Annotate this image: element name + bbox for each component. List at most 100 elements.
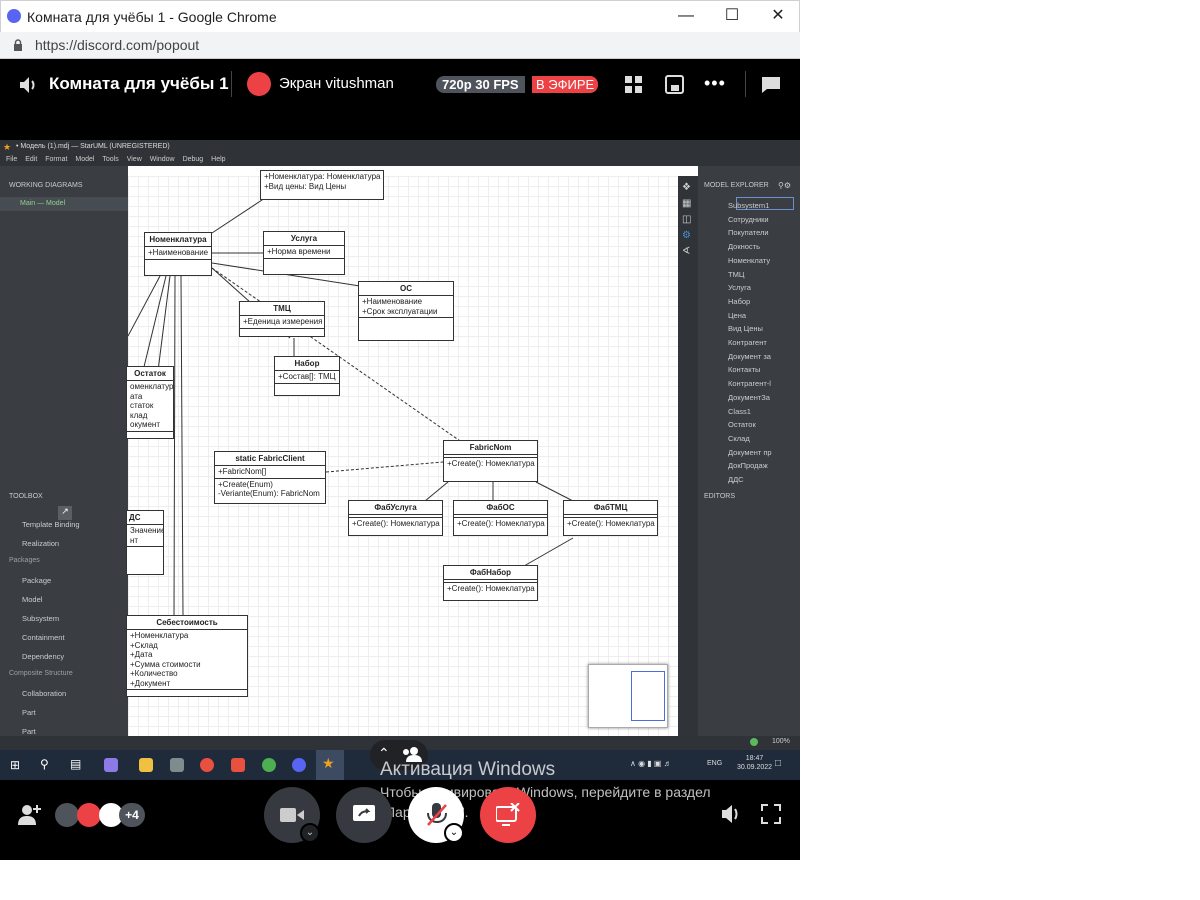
composite-header[interactable]: Composite Structure [9,670,73,677]
tray-icons[interactable]: ∧ ◉ ▮ ▣ ♬ [630,759,672,768]
grid-icon[interactable] [625,76,643,94]
folder-icon[interactable] [139,758,153,772]
packages-header[interactable]: Packages [9,557,40,564]
explorer-item[interactable]: Склад [728,432,800,446]
chrome-icon[interactable] [262,758,276,772]
explorer-item[interactable]: Class1 [728,405,800,419]
task-view-icon[interactable]: ▤ [70,757,81,771]
minimize-button[interactable]: — [663,1,709,33]
class-usluga[interactable]: Услуга +Норма времени [263,231,345,275]
tool-model[interactable]: Model [22,595,42,604]
windows-start-icon[interactable]: ⊞ [10,758,20,772]
fullscreen-icon[interactable] [761,804,781,824]
class-os[interactable]: ОС +Наименование +Срок эксплуатации [358,281,454,341]
menu-window[interactable]: Window [150,156,175,163]
camera-button[interactable]: ⌄ [264,787,320,843]
explorer-item[interactable]: Вид Цены [728,322,800,336]
explorer-item[interactable]: ДокПродаж [728,459,800,473]
diagram-canvas[interactable]: +Номенклатура: Номенклатура +Вид цены: Ви… [126,170,678,736]
menu-view[interactable]: View [127,156,142,163]
menu-model[interactable]: Model [75,156,94,163]
class-nomenklatura[interactable]: Номенклатура +Наименование [144,232,212,276]
participant-avatar[interactable] [77,803,101,827]
address-bar[interactable]: https://discord.com/popout [0,32,800,59]
class-sebestoimost[interactable]: Себестоимость +Номенклатура +Склад +Дата +С… [126,615,248,697]
maximize-button[interactable]: ☐ [709,1,755,33]
menu-debug[interactable]: Debug [183,156,204,163]
taskbar-search-icon[interactable]: ⚲ [40,757,49,771]
stop-stream-button[interactable] [480,787,536,843]
share-icon[interactable]: ∢ [682,246,690,257]
tool-part-2[interactable]: Part [22,727,36,736]
class-tmc[interactable]: ТМЦ +Еденица измерения [239,301,325,337]
layout-icon[interactable]: ▦ [682,198,691,209]
menu-tools[interactable]: Tools [102,156,118,163]
explorer-item[interactable]: Набор [728,295,800,309]
explorer-item[interactable]: Контрагент-l [728,377,800,391]
explorer-item[interactable]: Покупатели [728,226,800,240]
menu-file[interactable]: File [6,156,17,163]
streamer-avatar[interactable] [247,72,271,96]
class-fab-nabor[interactable]: ФабНабор +Create(): Номеклатура [443,565,538,601]
tool-dependency[interactable]: Dependency [22,652,64,661]
add-user-icon[interactable] [18,803,42,825]
store-icon[interactable] [170,758,184,772]
tool-package[interactable]: Package [22,576,51,585]
close-button[interactable]: ✕ [755,1,800,33]
menu-help[interactable]: Help [211,156,225,163]
explorer-item[interactable]: Номенклату [728,254,800,268]
explorer-item[interactable]: Subsystem1 [728,199,800,213]
class-fabric-nom[interactable]: FabricNom +Create(): Номеклатура [443,440,538,482]
explorer-item[interactable]: Документ пр [728,446,800,460]
explorer-item[interactable]: ДДС [728,473,800,487]
clock[interactable]: 18:47 30.09.2022 [737,754,772,772]
explorer-item[interactable]: ДокументЗа [728,391,800,405]
chat-icon[interactable] [761,75,781,95]
class-fab-os[interactable]: ФабОС +Create(): Номеклатура [453,500,548,536]
staruml-taskbar-icon[interactable]: ★ [322,755,335,772]
explorer-item[interactable]: Сотрудники [728,213,800,227]
discord-icon[interactable] [292,758,306,772]
tool-realization[interactable]: Realization [22,539,59,548]
mute-button[interactable]: ⌄ [408,787,464,843]
explorer-item[interactable]: Услуга [728,281,800,295]
menu-edit[interactable]: Edit [25,156,37,163]
tool-template-binding[interactable]: Template Binding [22,520,80,529]
menu-format[interactable]: Format [45,156,67,163]
class-dds-partial[interactable]: ДС Значение нт [126,510,164,575]
yandex-browser-icon[interactable] [231,758,245,772]
volume-icon[interactable] [720,803,742,825]
yandex-icon[interactable] [200,758,214,772]
popout-icon[interactable] [665,75,685,95]
more-icon[interactable]: ••• [704,73,726,94]
chevron-down-icon[interactable]: ⌄ [300,823,320,843]
app-icon[interactable] [104,758,118,772]
class-partial-top[interactable]: +Номенклатура: Номенклатура +Вид цены: Ви… [260,170,384,200]
columns-icon[interactable]: ◫ [682,214,691,225]
explorer-item[interactable]: Цена [728,309,800,323]
diagram-item[interactable]: Main — Model [20,200,65,207]
speaker-icon[interactable] [18,75,40,95]
tool-containment[interactable]: Containment [22,633,65,642]
explorer-item[interactable]: Остаток [728,418,800,432]
class-fabric-client[interactable]: static FabricClient +FabricNom[] +Create… [214,451,326,504]
minimap[interactable] [588,664,668,728]
explorer-item[interactable]: Документ за [728,350,800,364]
explorer-item[interactable]: ТМЦ [728,268,800,282]
explorer-item[interactable]: Докность [728,240,800,254]
participant-avatar[interactable] [55,803,79,827]
explorer-search-icon[interactable]: ⚲⚙ [778,181,791,190]
class-nabor[interactable]: Набор +Состав[]: ТМЦ [274,356,340,396]
notification-icon[interactable]: □ [775,758,781,769]
extra-participants-count[interactable]: +4 [119,803,145,827]
share-screen-button[interactable] [336,787,392,843]
explorer-item[interactable]: Контрагент [728,336,800,350]
puzzle-icon[interactable]: ❖ [682,182,691,193]
class-fab-usluga[interactable]: ФабУслуга +Create(): Номеклатура [348,500,443,536]
language-indicator[interactable]: ENG [707,760,722,767]
class-ostatok[interactable]: Остаток оменклатураатастатоккладокумент [126,366,174,439]
explorer-item[interactable]: Контакты [728,363,800,377]
tool-subsystem[interactable]: Subsystem [22,614,59,623]
tool-part[interactable]: Part [22,708,36,717]
chevron-down-icon[interactable]: ⌄ [444,823,464,843]
